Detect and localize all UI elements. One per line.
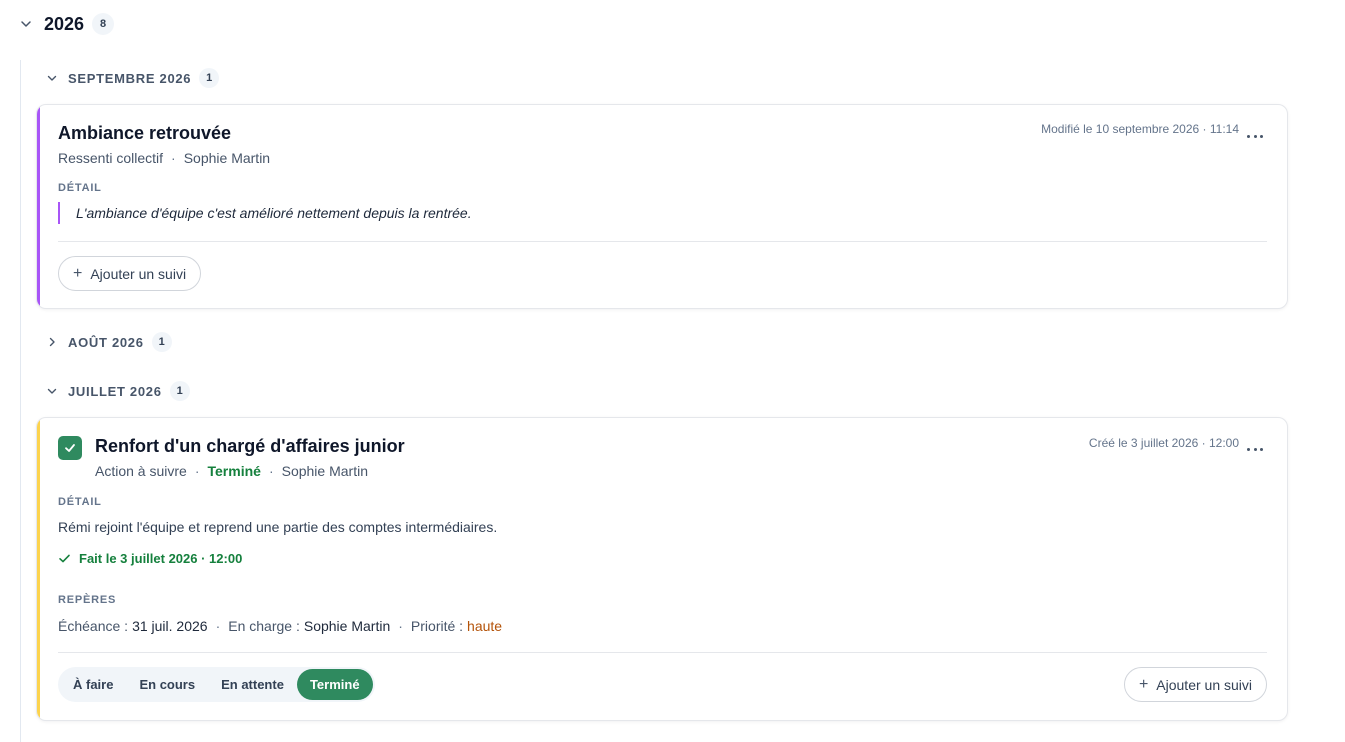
owner-value: Sophie Martin bbox=[303, 618, 391, 634]
entry-card-ambiance: Ambiance retrouvée Ressenti collectif · … bbox=[36, 104, 1288, 309]
priority-value: haute bbox=[467, 618, 503, 634]
entry-type: Ressenti collectif bbox=[58, 150, 164, 166]
separator-dot: · bbox=[194, 463, 200, 479]
card-title: Ambiance retrouvée bbox=[58, 123, 232, 143]
due-label: Échéance : bbox=[58, 618, 129, 634]
priority-label: Priorité : bbox=[410, 618, 464, 634]
status-option-en-cours[interactable]: En cours bbox=[126, 669, 208, 700]
card-accent-bar bbox=[37, 418, 40, 720]
year-group-header[interactable]: 2026 8 bbox=[18, 10, 115, 38]
card-timestamp: Créé le 3 juillet 2026 · 12:00 bbox=[1088, 436, 1239, 450]
add-followup-label: Ajouter un suivi bbox=[1156, 676, 1252, 693]
reperes-line: Échéance : 31 juil. 2026 · En charge : S… bbox=[58, 618, 502, 634]
card-accent-bar bbox=[37, 105, 40, 308]
separator-dot: · bbox=[398, 618, 403, 634]
detail-quote: L'ambiance d'équipe c'est amélioré nette… bbox=[58, 202, 472, 224]
month-title: AOÛT 2026 bbox=[68, 334, 144, 350]
year-count-badge: 8 bbox=[92, 13, 115, 35]
owner-label: En charge : bbox=[228, 618, 300, 634]
more-options-icon[interactable] bbox=[1245, 129, 1265, 143]
done-indicator: Fait le 3 juillet 2026 · 12:00 bbox=[58, 551, 242, 566]
month-title: JUILLET 2026 bbox=[68, 383, 162, 399]
status-option-en-attente[interactable]: En attente bbox=[208, 669, 297, 700]
separator-dot: · bbox=[215, 618, 221, 634]
card-meta: Ressenti collectif · Sophie Martin bbox=[58, 150, 270, 166]
more-options-icon[interactable] bbox=[1245, 442, 1265, 456]
detail-text: Rémi rejoint l'équipe et reprend une par… bbox=[58, 519, 498, 535]
chevron-down-icon[interactable] bbox=[18, 16, 34, 32]
entry-card-renfort: Renfort d'un chargé d'affaires junior Ac… bbox=[36, 417, 1288, 721]
entry-author: Sophie Martin bbox=[183, 150, 271, 166]
card-meta: Action à suivre · Terminé · Sophie Marti… bbox=[95, 463, 368, 479]
entry-author: Sophie Martin bbox=[281, 463, 368, 479]
month-header-july[interactable]: JUILLET 2026 1 bbox=[44, 379, 190, 403]
due-value: 31 juil. 2026 bbox=[132, 618, 208, 634]
month-header-august[interactable]: AOÛT 2026 1 bbox=[44, 330, 172, 354]
check-icon bbox=[65, 444, 75, 452]
chevron-right-icon[interactable] bbox=[44, 334, 60, 350]
completed-checkbox[interactable] bbox=[58, 436, 82, 460]
add-followup-button[interactable]: + Ajouter un suivi bbox=[58, 256, 202, 291]
detail-label: DÉTAIL bbox=[58, 182, 102, 194]
add-followup-label: Ajouter un suivi bbox=[90, 265, 187, 282]
divider bbox=[58, 241, 1267, 242]
separator-dot: · bbox=[171, 150, 176, 166]
plus-icon: + bbox=[1138, 675, 1149, 693]
month-title: SEPTEMBRE 2026 bbox=[68, 70, 192, 86]
chevron-down-icon[interactable] bbox=[44, 383, 60, 399]
status-option-a-faire[interactable]: À faire bbox=[60, 669, 126, 700]
add-followup-button[interactable]: + Ajouter un suivi bbox=[1123, 667, 1267, 702]
status-option-termine[interactable]: Terminé bbox=[296, 669, 373, 700]
status-text: Terminé bbox=[207, 463, 261, 479]
month-header-september[interactable]: SEPTEMBRE 2026 1 bbox=[44, 66, 220, 90]
entry-type: Action à suivre bbox=[95, 463, 187, 479]
status-segmented-control: À faire En cours En attente Terminé bbox=[58, 667, 375, 702]
check-icon bbox=[58, 552, 71, 565]
chevron-down-icon[interactable] bbox=[44, 70, 60, 86]
detail-label: DÉTAIL bbox=[58, 496, 102, 508]
card-title: Renfort d'un chargé d'affaires junior bbox=[95, 436, 405, 456]
divider bbox=[58, 652, 1267, 653]
card-timestamp: Modifié le 10 septembre 2026 · 11:14 bbox=[1041, 122, 1239, 136]
year-title: 2026 bbox=[44, 13, 85, 34]
done-text: Fait le 3 juillet 2026 · 12:00 bbox=[79, 551, 243, 566]
timeline-line bbox=[20, 60, 21, 742]
plus-icon: + bbox=[73, 264, 83, 282]
reperes-label: REPÈRES bbox=[58, 594, 117, 606]
month-count-badge: 1 bbox=[169, 381, 190, 401]
month-count-badge: 1 bbox=[199, 68, 220, 88]
separator-dot: · bbox=[268, 463, 274, 479]
month-count-badge: 1 bbox=[151, 332, 172, 352]
